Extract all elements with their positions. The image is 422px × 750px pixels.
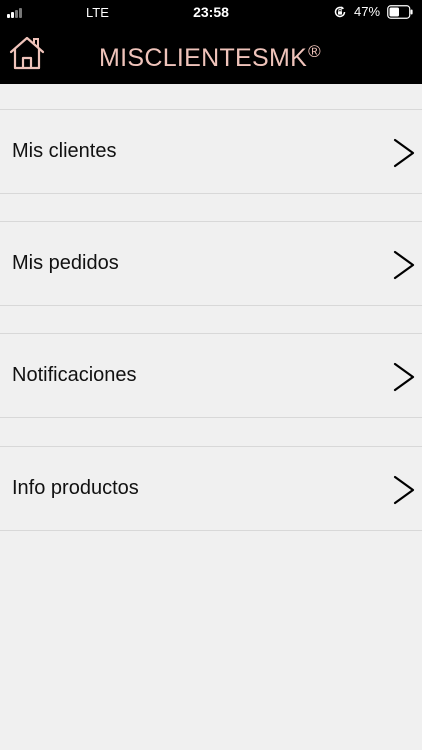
battery-icon <box>387 5 413 19</box>
menu-item-label: Mis clientes <box>12 140 117 162</box>
menu-item-mis-clientes[interactable]: Mis clientes <box>0 109 422 194</box>
status-bar: LTE 23:58 47% <box>0 0 422 25</box>
chevron-right-icon <box>393 138 415 168</box>
app-title: MISCLIENTESMK® <box>99 42 321 73</box>
chevron-right-icon <box>393 475 415 505</box>
menu-item-info-productos[interactable]: Info productos <box>0 446 422 531</box>
menu-item-notificaciones[interactable]: Notificaciones <box>0 333 422 418</box>
chevron-right-icon <box>393 250 415 280</box>
home-icon[interactable] <box>8 35 46 71</box>
menu-item-label: Notificaciones <box>12 364 137 386</box>
navigation-bar: MISCLIENTESMK® <box>0 25 422 84</box>
menu-item-label: Info productos <box>12 477 139 499</box>
registered-mark: ® <box>308 42 321 61</box>
orientation-lock-icon <box>334 6 346 18</box>
menu-item-label: Mis pedidos <box>12 252 119 274</box>
app-title-text: MISCLIENTESMK <box>99 44 308 72</box>
battery-percentage: 47% <box>354 4 381 19</box>
chevron-right-icon <box>393 362 415 392</box>
menu-item-mis-pedidos[interactable]: Mis pedidos <box>0 221 422 306</box>
